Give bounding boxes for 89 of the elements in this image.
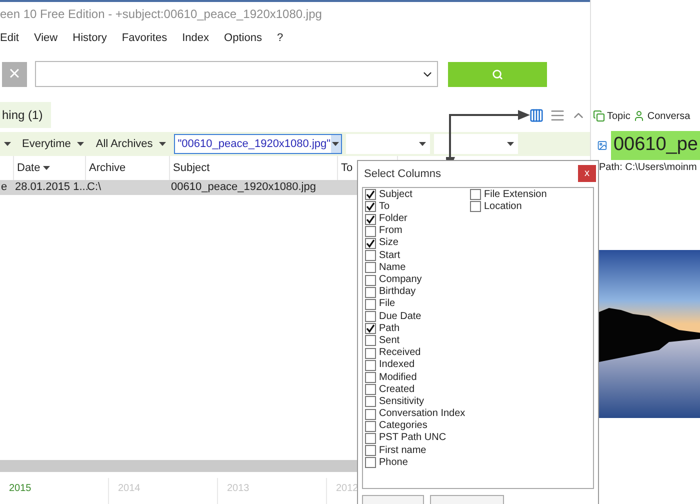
menu-item[interactable]: View — [34, 30, 58, 46]
caret-icon — [332, 142, 340, 146]
checkbox-label: Sent — [379, 336, 400, 346]
menu-item[interactable]: Edit — [0, 30, 19, 46]
checkbox-label: Modified — [379, 372, 417, 383]
checkbox-label: Birthday — [379, 287, 416, 298]
search-field[interactable] — [35, 61, 438, 87]
results-tab[interactable]: hing (1) — [0, 102, 51, 128]
close-button[interactable]: x — [578, 165, 596, 182]
checkbox[interactable] — [365, 311, 376, 322]
caret-icon — [158, 142, 166, 146]
filter-dropdown[interactable]: Everytime — [18, 134, 88, 154]
checkbox-label: Path — [379, 324, 400, 334]
checkbox-label: To — [379, 202, 390, 212]
caret-icon — [76, 142, 84, 146]
filter-dropdown[interactable] — [434, 134, 518, 154]
checkbox-label: Size — [379, 238, 398, 248]
checkbox-label: Due Date — [379, 312, 422, 322]
filter-field[interactable]: "00610_peace_1920x1080.jpg" — [174, 134, 342, 154]
menu-item[interactable]: History — [72, 30, 107, 46]
checkbox[interactable] — [365, 445, 376, 456]
checkbox-label: Start — [379, 250, 400, 261]
preview-tab[interactable]: Topic — [593, 108, 630, 124]
checkbox[interactable] — [365, 432, 376, 444]
caret-icon — [418, 142, 426, 146]
menu-item[interactable]: ? — [276, 30, 284, 46]
checkbox-label: Company — [379, 275, 422, 286]
checkbox-label: Sensitivity — [379, 396, 424, 407]
checkbox[interactable] — [470, 189, 481, 200]
checkbox-label: File — [379, 299, 396, 310]
filter-dropdown[interactable]: All Archives — [92, 134, 170, 154]
checkbox[interactable] — [365, 396, 376, 408]
checkbox-label: Categories — [379, 421, 428, 432]
person-icon — [633, 110, 646, 122]
table-cell: C:\ — [87, 181, 102, 194]
checkbox-label: Location — [484, 202, 522, 212]
checkbox-label: Conversation Index — [379, 409, 466, 420]
checkbox[interactable] — [365, 360, 376, 371]
checkbox-label: Folder — [379, 214, 408, 224]
checkbox[interactable] — [365, 348, 376, 359]
checkbox[interactable] — [365, 250, 376, 262]
caret-icon — [506, 142, 514, 146]
checkbox[interactable] — [365, 286, 376, 298]
checkbox[interactable] — [365, 274, 376, 286]
checkbox[interactable] — [365, 457, 376, 468]
checkbox-label: Name — [379, 262, 406, 273]
checkbox-label: PST Path UNC — [379, 433, 446, 444]
checkbox[interactable] — [365, 372, 376, 384]
checkbox[interactable] — [365, 226, 376, 237]
preview-title: 00610_pe — [611, 131, 700, 160]
table-cell: e — [1, 181, 8, 194]
dialog-title: Select Columns — [364, 166, 442, 182]
window-title: een 10 Free Edition - +subject:00610_peace_1920x1080.jpg — [0, 6, 322, 23]
checkbox[interactable] — [365, 384, 376, 396]
checkbox-label: First name — [379, 446, 426, 456]
preview-tab[interactable]: Conversa — [633, 108, 690, 124]
checkbox[interactable] — [365, 323, 376, 334]
copy-icon — [593, 110, 605, 122]
checkbox[interactable] — [365, 214, 376, 225]
view-button[interactable] — [529, 108, 544, 122]
checkbox[interactable] — [365, 262, 376, 274]
checkbox[interactable] — [365, 189, 376, 200]
search-icon — [492, 68, 503, 80]
caret-icon — [4, 142, 11, 146]
checkbox-label: From — [379, 226, 402, 236]
checkbox-label: Phone — [379, 458, 408, 468]
file-path: Path: C:\Users\moinm — [598, 160, 698, 174]
checkbox[interactable] — [470, 201, 481, 212]
list-icon — [550, 108, 565, 122]
checkbox-label: File Extension — [484, 190, 547, 200]
checkbox[interactable] — [365, 238, 376, 249]
menu-item[interactable]: Options — [224, 30, 262, 46]
checkbox[interactable] — [365, 408, 376, 420]
caret-icon — [43, 166, 50, 170]
checkbox-label: Created — [379, 384, 415, 395]
timeline-year[interactable]: 2015 — [9, 483, 32, 494]
checkbox[interactable] — [365, 335, 376, 346]
view-button[interactable] — [550, 108, 565, 122]
checkbox-label: Received — [379, 348, 421, 358]
menu-item[interactable]: Index — [182, 30, 210, 46]
columns-icon — [529, 108, 544, 122]
checkbox-label: Subject — [379, 190, 412, 200]
table-cell: 28.01.2015 1... — [15, 181, 88, 194]
menu-item[interactable]: Favorites — [122, 30, 168, 46]
checkbox[interactable] — [365, 201, 376, 212]
checkbox-label: Indexed — [379, 360, 415, 370]
checkbox[interactable] — [365, 420, 376, 432]
checkbox[interactable] — [365, 298, 376, 310]
table-cell: 00610_peace_1920x1080.jpg — [171, 181, 316, 194]
